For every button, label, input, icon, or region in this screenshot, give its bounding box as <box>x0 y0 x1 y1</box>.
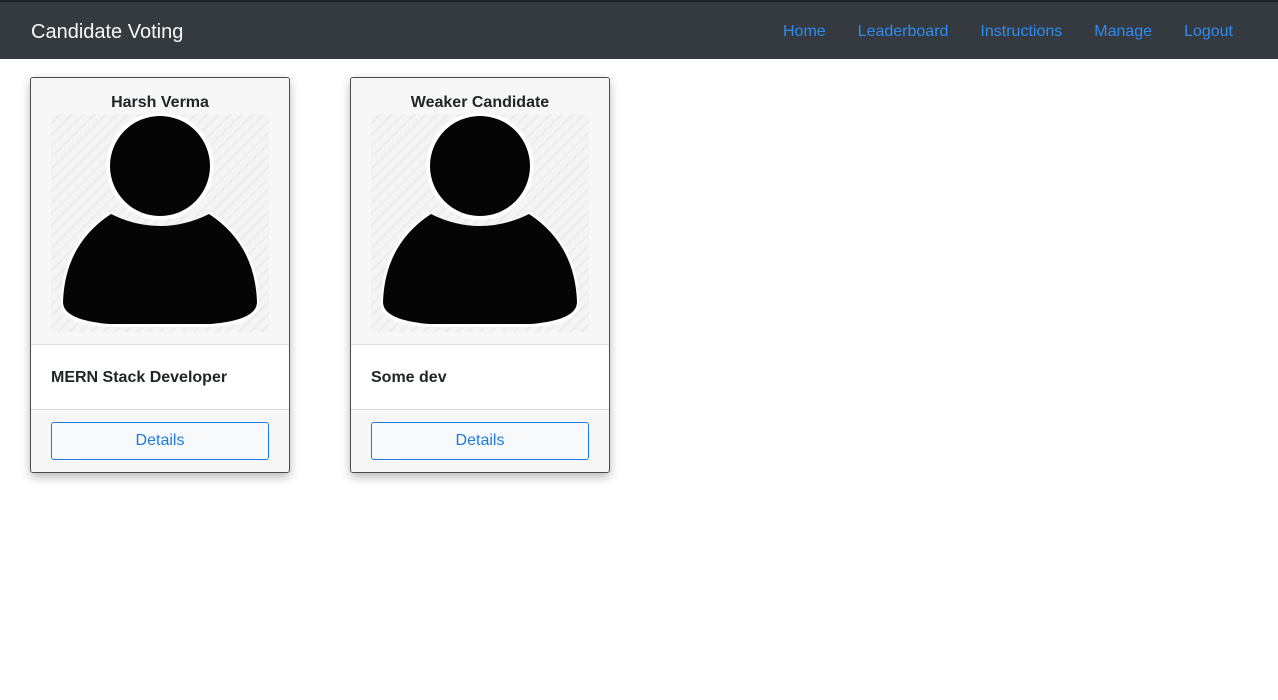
candidate-avatar <box>51 114 269 332</box>
brand-link[interactable]: Candidate Voting <box>31 20 183 44</box>
nav-link-logout[interactable]: Logout <box>1184 22 1233 42</box>
user-silhouette-icon <box>61 114 259 327</box>
candidate-role: Some dev <box>371 369 447 386</box>
card-header: Harsh Verma <box>31 78 289 345</box>
nav-links: Home Leaderboard Instructions Manage Log… <box>783 22 1233 42</box>
details-button[interactable]: Details <box>371 422 589 460</box>
candidate-card: Harsh Verma MERN Stack Developer Details <box>30 77 290 473</box>
details-button[interactable]: Details <box>51 422 269 460</box>
card-footer: Details <box>351 410 609 472</box>
card-body: Some dev <box>351 345 609 410</box>
user-silhouette-icon <box>381 114 579 327</box>
candidate-name: Harsh Verma <box>111 94 209 111</box>
candidate-role: MERN Stack Developer <box>51 369 228 386</box>
card-body: MERN Stack Developer <box>31 345 289 410</box>
nav-link-instructions[interactable]: Instructions <box>980 22 1062 42</box>
nav-link-home[interactable]: Home <box>783 22 826 42</box>
card-footer: Details <box>31 410 289 472</box>
candidate-avatar <box>371 114 589 332</box>
candidate-card: Weaker Candidate Some dev Details <box>350 77 610 473</box>
candidate-name: Weaker Candidate <box>410 94 550 111</box>
card-header: Weaker Candidate <box>351 78 609 345</box>
top-navbar: Candidate Voting Home Leaderboard Instru… <box>0 0 1278 59</box>
nav-link-leaderboard[interactable]: Leaderboard <box>858 22 949 42</box>
nav-link-manage[interactable]: Manage <box>1094 22 1152 42</box>
